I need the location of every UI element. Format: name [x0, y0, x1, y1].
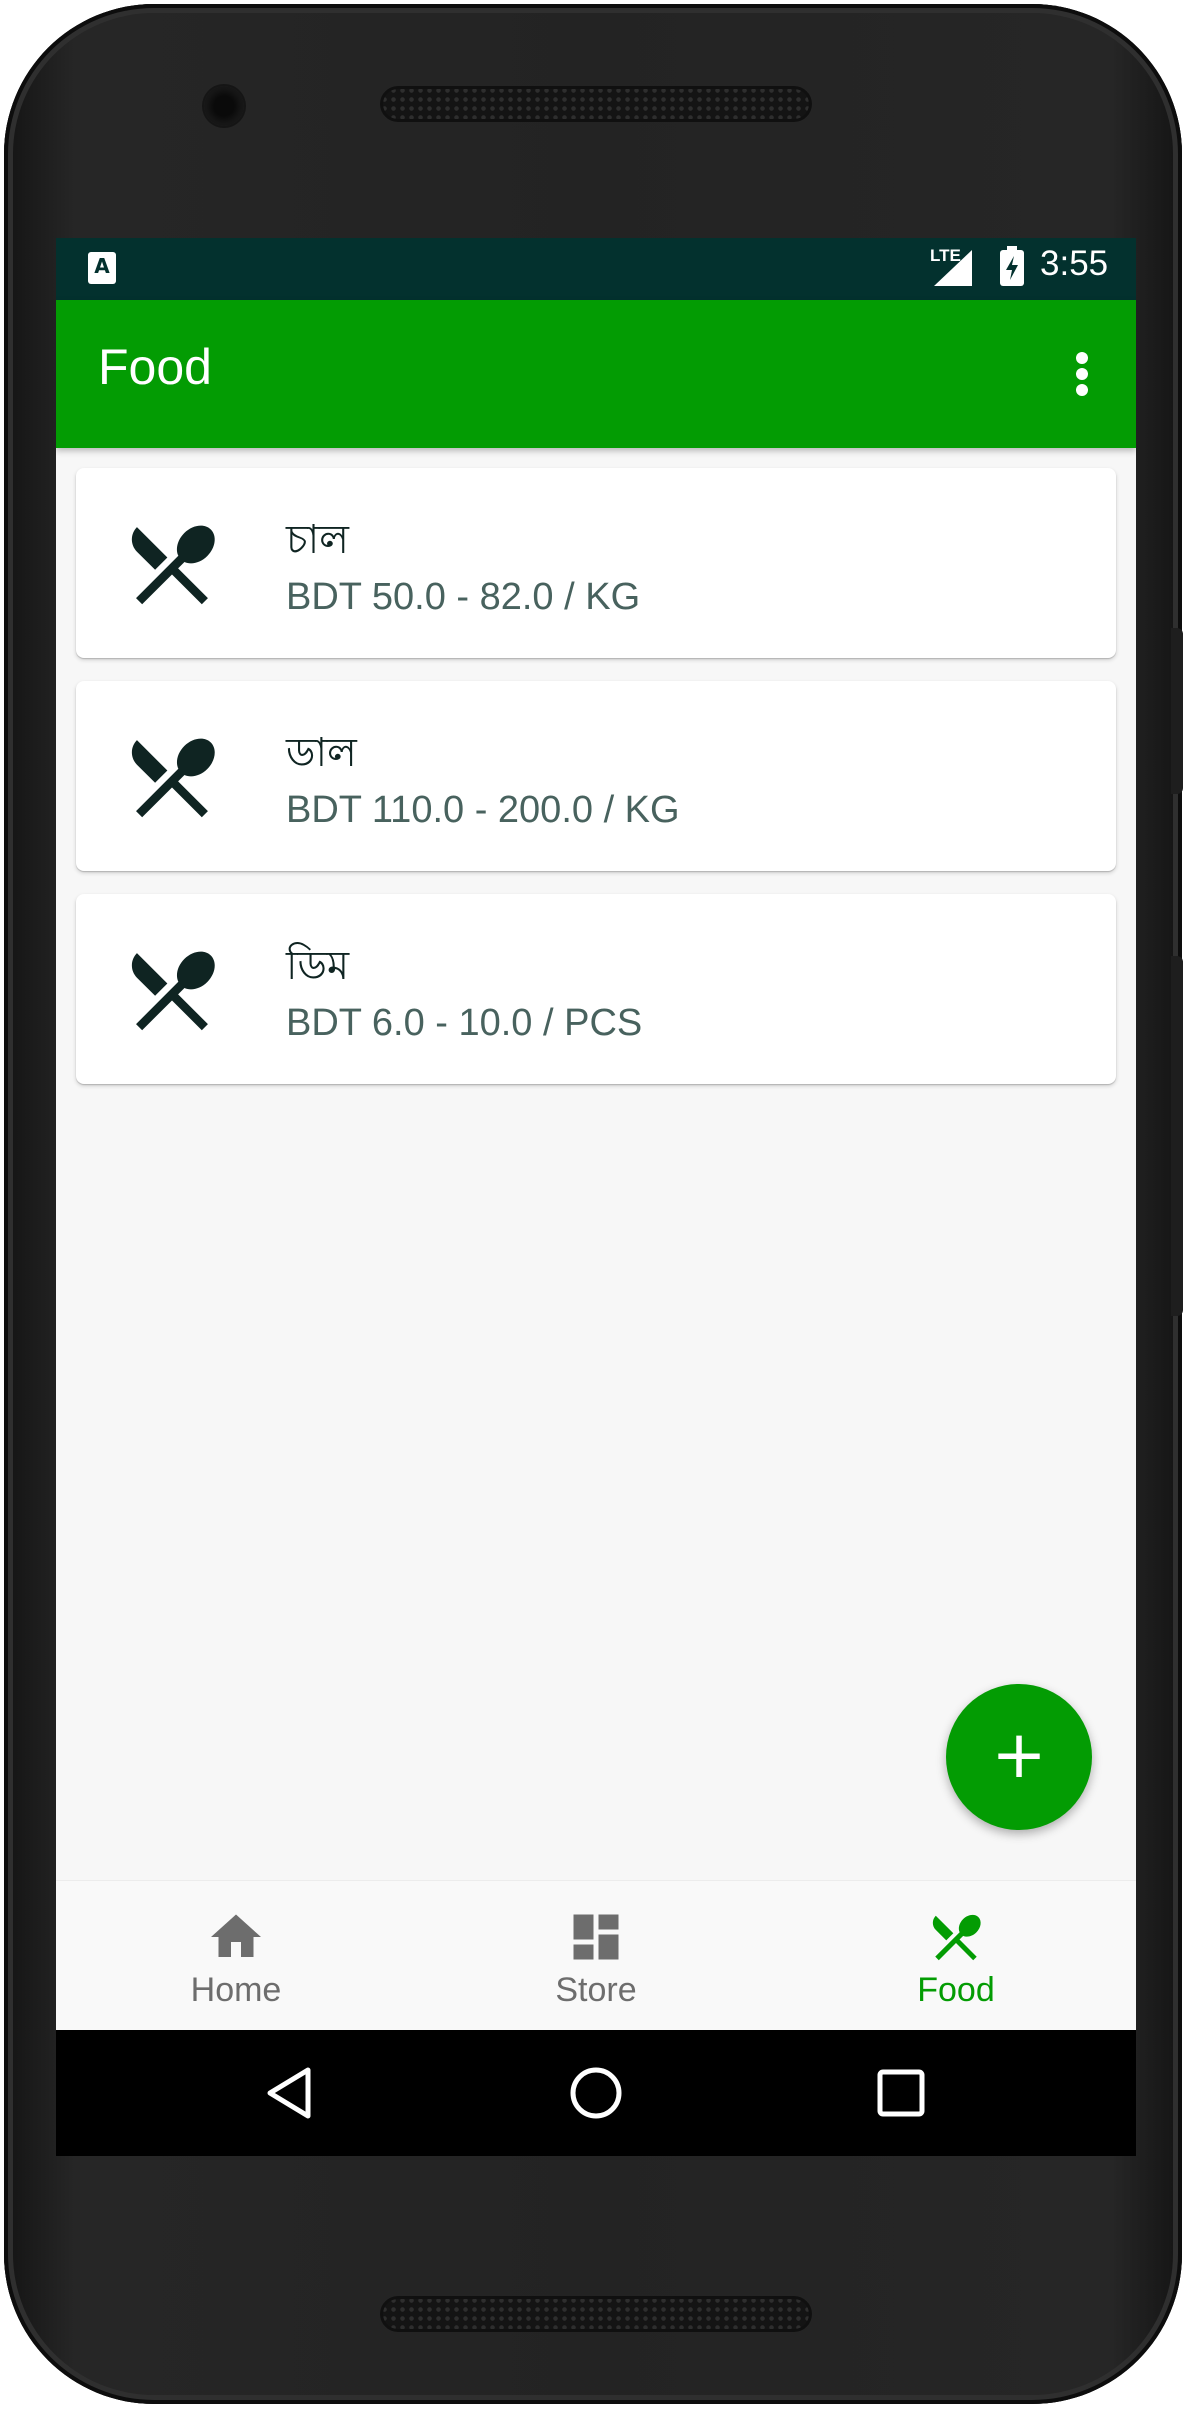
- nav-item-store[interactable]: Store: [416, 1881, 776, 2031]
- volume-button: [1171, 956, 1183, 1316]
- front-camera: [204, 86, 244, 126]
- battery-charging-icon: [1000, 246, 1024, 286]
- bottom-speaker: [380, 2296, 812, 2332]
- add-icon: +: [991, 1716, 1047, 1793]
- phone-frame: A LTE 3:55 Food চাল BDT 50.0 - 82.0 / KG…: [4, 4, 1183, 2404]
- earpiece-speaker: [380, 86, 812, 122]
- food-price: BDT 6.0 - 10.0 / PCS: [286, 1002, 643, 1044]
- food-card-rice[interactable]: চাল BDT 50.0 - 82.0 / KG: [76, 468, 1116, 658]
- home-icon: [211, 1914, 261, 1957]
- food-list: চাল BDT 50.0 - 82.0 / KG ডাল BDT 110.0 -…: [76, 468, 1116, 1107]
- nav-label: Food: [917, 1971, 995, 2009]
- food-price: BDT 50.0 - 82.0 / KG: [286, 576, 641, 618]
- network-type: LTE: [930, 246, 961, 265]
- power-button: [1171, 628, 1183, 794]
- food-price: BDT 110.0 - 200.0 / KG: [286, 789, 680, 831]
- page-title: Food: [98, 339, 212, 395]
- home-circle-icon[interactable]: [563, 2060, 629, 2126]
- nav-label: Store: [555, 1971, 637, 2009]
- nav-label: Home: [190, 1971, 282, 2009]
- bottom-navigation: Home Store Food: [56, 1880, 1136, 2031]
- restaurant-icon: [131, 738, 215, 818]
- food-name: চাল: [286, 517, 349, 563]
- system-navigation-bar: [56, 2030, 1136, 2156]
- add-food-button[interactable]: +: [946, 1684, 1092, 1830]
- back-icon[interactable]: [258, 2060, 324, 2126]
- a-notification-icon: A: [88, 252, 116, 284]
- dashboard-icon: [573, 1914, 619, 1960]
- food-name: ডিম: [286, 943, 350, 989]
- food-card-lentil[interactable]: ডাল BDT 110.0 - 200.0 / KG: [76, 681, 1116, 871]
- nav-item-home[interactable]: Home: [56, 1881, 416, 2031]
- screen: A LTE 3:55 Food চাল BDT 50.0 - 82.0 / KG…: [56, 238, 1136, 2156]
- recents-icon[interactable]: [868, 2060, 934, 2126]
- restaurant-icon: [131, 525, 215, 605]
- food-name: ডাল: [286, 730, 357, 776]
- status-bar: A LTE 3:55: [56, 238, 1136, 300]
- food-card-egg[interactable]: ডিম BDT 6.0 - 10.0 / PCS: [76, 894, 1116, 1084]
- more-vert-icon[interactable]: [1062, 350, 1102, 398]
- restaurant-icon: [131, 951, 215, 1031]
- app-bar: Food: [56, 300, 1136, 448]
- clock: 3:55: [1040, 244, 1109, 283]
- nav-item-food[interactable]: Food: [776, 1881, 1136, 2031]
- restaurant-icon: [932, 1914, 981, 1961]
